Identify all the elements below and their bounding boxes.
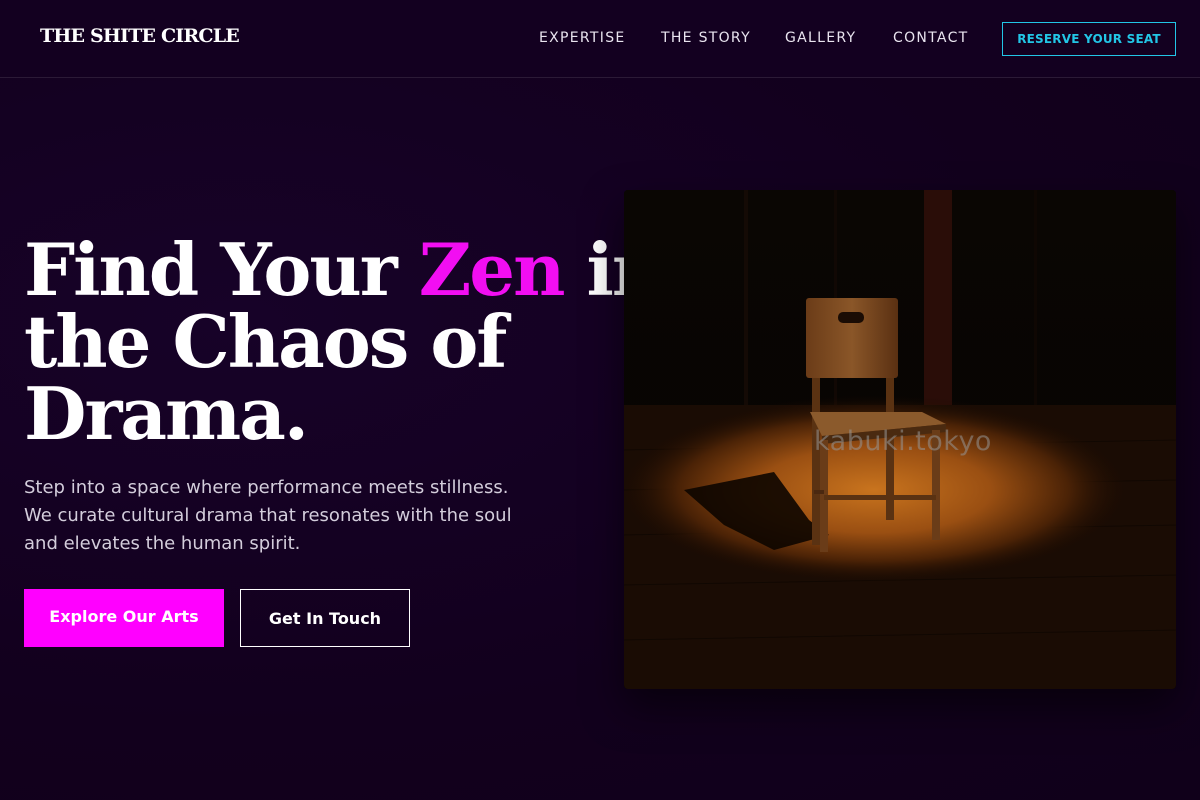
nav-link-gallery[interactable]: GALLERY — [785, 30, 856, 46]
page: THE SHITE CIRCLE EXPERTISE THE STORY GAL… — [0, 0, 1200, 800]
hero-subtitle-line-3: and elevates the human spirit. — [24, 533, 301, 554]
hero-subtitle-line-1: Step into a space where performance meet… — [24, 477, 509, 498]
reserve-seat-button[interactable]: RESERVE YOUR SEAT — [1002, 22, 1176, 56]
hero-title-line-3: Drama. — [24, 371, 309, 456]
nav-link-expertise[interactable]: EXPERTISE — [539, 30, 626, 46]
hero-title-line-1: Find Your Zen in — [24, 234, 664, 306]
site-header: THE SHITE CIRCLE EXPERTISE THE STORY GAL… — [0, 0, 1200, 78]
get-in-touch-button[interactable]: Get In Touch — [240, 589, 410, 647]
nav-link-contact[interactable]: CONTACT — [893, 30, 969, 46]
hero-image-chair-spotlight: kabuki.tokyo — [624, 190, 1176, 689]
hero-title: Find Your Zen in the Chaos of Drama. — [24, 234, 664, 456]
hero-title-line-2: the Chaos of — [24, 299, 507, 384]
image-watermark: kabuki.tokyo — [814, 426, 992, 457]
site-logo[interactable]: THE SHITE CIRCLE — [40, 25, 240, 47]
nav-link-the-story[interactable]: THE STORY — [661, 30, 751, 46]
hero-subtitle-line-2: We curate cultural drama that resonates … — [24, 505, 512, 526]
hero-subtitle: Step into a space where performance meet… — [24, 474, 524, 558]
explore-arts-button[interactable]: Explore Our Arts — [24, 589, 224, 647]
